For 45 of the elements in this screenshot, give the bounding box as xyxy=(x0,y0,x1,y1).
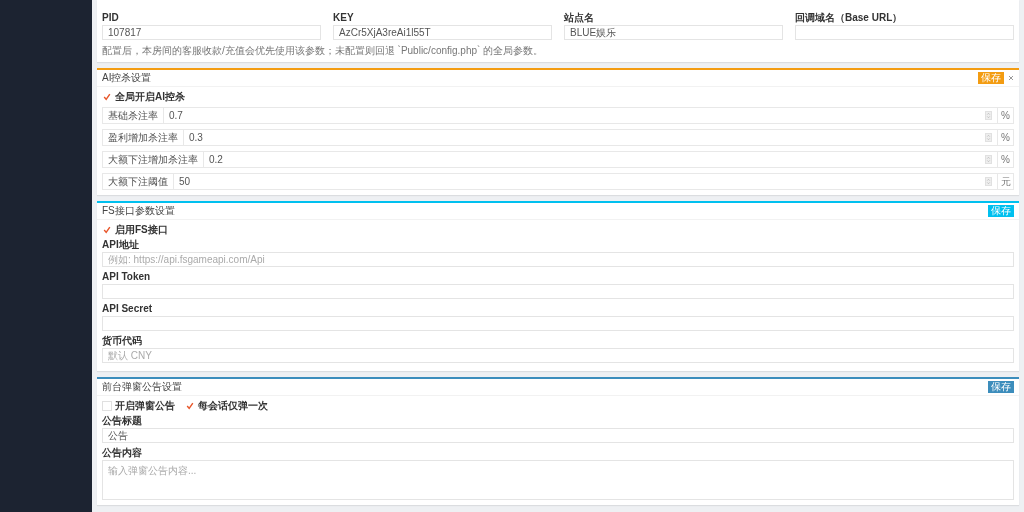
unit-label: 元 xyxy=(997,174,1013,189)
help-text: 配置后，本房间的客服收款/充值会优先使用该参数；未配置则回退 `Public/config.php` 的全局参数。 xyxy=(102,45,545,57)
spinner-icon[interactable] xyxy=(985,111,992,120)
close-icon[interactable] xyxy=(1008,75,1014,81)
field-label: PID xyxy=(102,12,120,23)
checkbox-label: 每会话仅弹一次 xyxy=(198,400,268,411)
field-label: 公告标题 xyxy=(102,415,143,426)
field-label: 公告内容 xyxy=(102,447,143,458)
panel-title: 前台弹窗公告设置 xyxy=(102,380,182,394)
number-input-group[interactable]: 基础杀注率 0.7 % xyxy=(102,107,1014,124)
text-area[interactable]: 输入弹窗公告内容... xyxy=(102,460,1014,500)
input-field[interactable] xyxy=(102,284,1014,299)
checkbox[interactable] xyxy=(185,400,195,411)
input-field[interactable]: BLUE娱乐 xyxy=(564,25,783,40)
input-field[interactable]: 例如: https://api.fsgameapi.com/Api xyxy=(102,252,1014,267)
input-field[interactable]: 107817 xyxy=(102,25,321,40)
panel-title: AI控杀设置 xyxy=(102,71,152,85)
number-input-group[interactable]: 大额下注阈值 50 元 xyxy=(102,173,1014,190)
spinner-icon[interactable] xyxy=(985,133,992,142)
checkbox-label: 启用FS接口 xyxy=(115,224,168,235)
save-button[interactable]: 保存 xyxy=(988,381,1014,393)
number-input-group[interactable]: 大额下注增加杀注率 0.2 % xyxy=(102,151,1014,168)
field-label: API地址 xyxy=(102,239,140,250)
input-field[interactable]: AzCr5XjA3reAi1l55T xyxy=(333,25,552,40)
input-field[interactable] xyxy=(102,316,1014,331)
checkbox-label: 全局开启AI控杀 xyxy=(115,91,185,102)
panel-title: FS接口参数设置 xyxy=(102,204,175,218)
field-label: 站点名 xyxy=(564,12,595,23)
checkbox[interactable] xyxy=(102,91,112,102)
field-label: KEY xyxy=(333,12,355,23)
input-field[interactable] xyxy=(795,25,1014,40)
spinner-icon[interactable] xyxy=(985,177,992,186)
field-label: API Secret xyxy=(102,303,154,314)
input-field[interactable]: 公告 xyxy=(102,428,1014,443)
number-input-group[interactable]: 盈利增加杀注率 0.3 % xyxy=(102,129,1014,146)
unit-label: % xyxy=(997,130,1013,145)
field-label: 货币代码 xyxy=(102,335,143,346)
spinner-icon[interactable] xyxy=(985,155,992,164)
unit-label: % xyxy=(997,108,1013,123)
checkbox[interactable] xyxy=(102,224,112,235)
checkbox-label: 开启弹窗公告 xyxy=(115,400,175,411)
field-label: API Token xyxy=(102,271,152,282)
input-field[interactable]: 默认 CNY xyxy=(102,348,1014,363)
unit-label: % xyxy=(997,152,1013,167)
field-label: 回调域名（Base URL） xyxy=(795,12,904,23)
